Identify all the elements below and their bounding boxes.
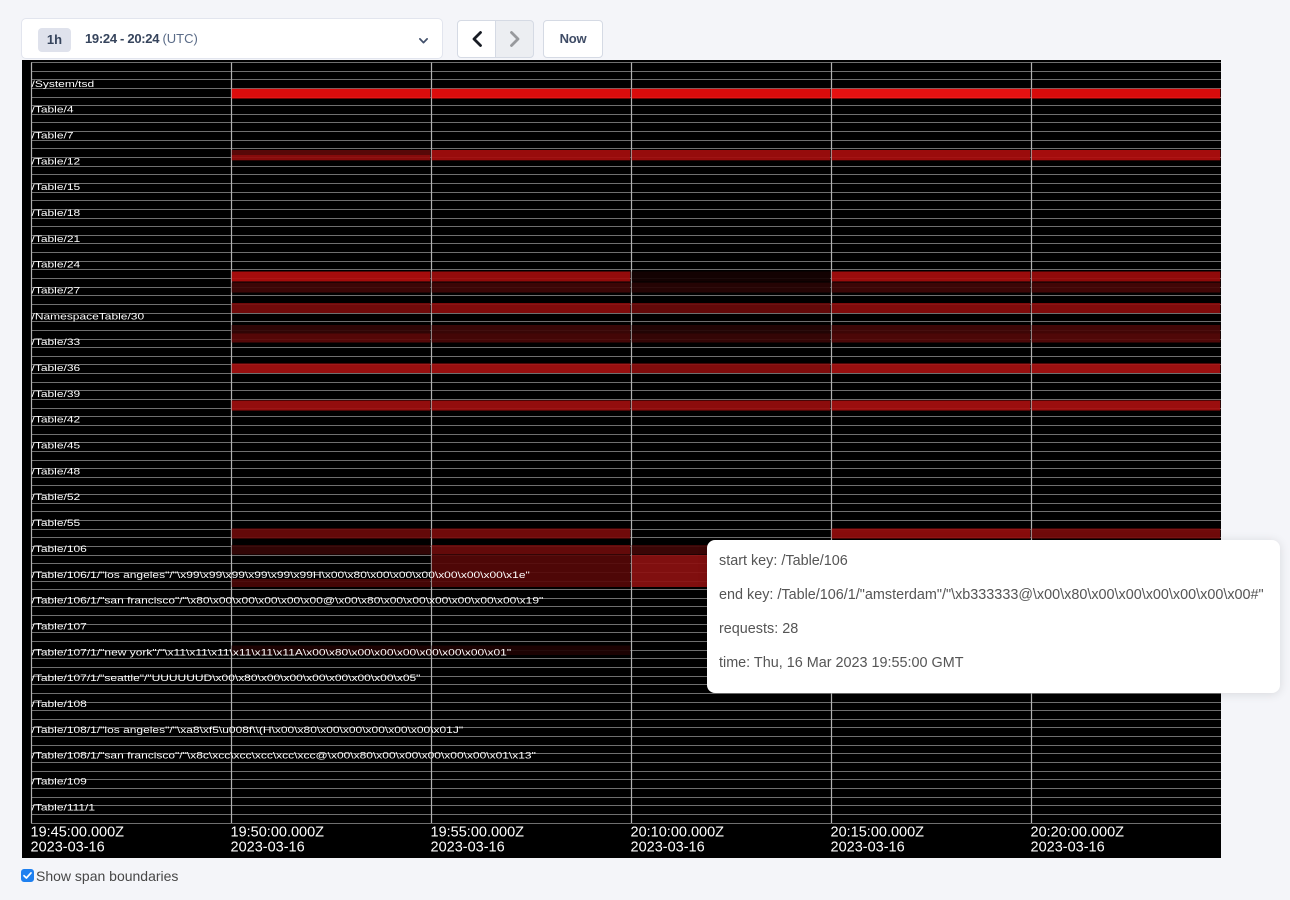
svg-text:2023-03-16: 2023-03-16 <box>631 840 705 856</box>
svg-text:19:55:00.000Z: 19:55:00.000Z <box>431 825 525 841</box>
svg-text:/Table/24: /Table/24 <box>32 260 81 270</box>
svg-text:20:15:00.000Z: 20:15:00.000Z <box>831 825 925 841</box>
svg-text:/Table/18: /Table/18 <box>32 208 81 218</box>
svg-text:/Table/108/1/"san francisco"/": /Table/108/1/"san francisco"/"\x8c\xcc\x… <box>32 751 537 761</box>
svg-text:/Table/4: /Table/4 <box>32 105 74 115</box>
svg-text:/Table/33: /Table/33 <box>32 338 81 348</box>
svg-text:2023-03-16: 2023-03-16 <box>231 840 305 856</box>
svg-text:/Table/109: /Table/109 <box>32 777 87 787</box>
svg-text:2023-03-16: 2023-03-16 <box>831 840 905 856</box>
svg-text:/Table/27: /Table/27 <box>32 286 81 296</box>
svg-text:/Table/106: /Table/106 <box>32 544 87 554</box>
svg-text:/Table/12: /Table/12 <box>32 157 81 167</box>
svg-text:/Table/36: /Table/36 <box>32 363 81 373</box>
svg-text:/Table/42: /Table/42 <box>32 415 81 425</box>
svg-text:2023-03-16: 2023-03-16 <box>1031 840 1105 856</box>
svg-text:/Table/106/1/"san francisco"/": /Table/106/1/"san francisco"/"\x80\x00\x… <box>32 596 544 606</box>
svg-text:2023-03-16: 2023-03-16 <box>31 840 105 856</box>
svg-text:/Table/108: /Table/108 <box>32 699 87 709</box>
svg-text:/Table/21: /Table/21 <box>32 234 81 244</box>
svg-text:/Table/55: /Table/55 <box>32 519 81 529</box>
svg-text:2023-03-16: 2023-03-16 <box>431 840 505 856</box>
svg-text:/NamespaceTable/30: /NamespaceTable/30 <box>32 312 145 322</box>
svg-text:20:10:00.000Z: 20:10:00.000Z <box>631 825 725 841</box>
svg-text:19:50:00.000Z: 19:50:00.000Z <box>231 825 325 841</box>
svg-text:/Table/106/1/"los angeles"/"\x: /Table/106/1/"los angeles"/"\x99\x99\x99… <box>32 570 531 580</box>
svg-text:/Table/107/1/"new york"/"\x11\: /Table/107/1/"new york"/"\x11\x11\x11\x1… <box>32 648 512 658</box>
svg-text:/Table/15: /Table/15 <box>32 183 81 193</box>
svg-text:19:45:00.000Z: 19:45:00.000Z <box>31 825 125 841</box>
svg-text:20:20:00.000Z: 20:20:00.000Z <box>1031 825 1125 841</box>
svg-text:/Table/48: /Table/48 <box>32 467 81 477</box>
svg-text:/System/tsd: /System/tsd <box>32 79 95 89</box>
svg-text:/Table/39: /Table/39 <box>32 389 81 399</box>
svg-text:/Table/108/1/"los angeles"/"\x: /Table/108/1/"los angeles"/"\xa8\xf5\u00… <box>32 725 464 735</box>
svg-text:/Table/111/1: /Table/111/1 <box>32 803 96 813</box>
svg-text:/Table/52: /Table/52 <box>32 493 81 503</box>
svg-text:/Table/107: /Table/107 <box>32 622 87 632</box>
svg-text:/Table/7: /Table/7 <box>32 131 74 141</box>
svg-text:/Table/107/1/"seattle"/"UUUUUU: /Table/107/1/"seattle"/"UUUUUUD\x00\x80\… <box>32 674 421 684</box>
svg-text:/Table/45: /Table/45 <box>32 441 81 451</box>
